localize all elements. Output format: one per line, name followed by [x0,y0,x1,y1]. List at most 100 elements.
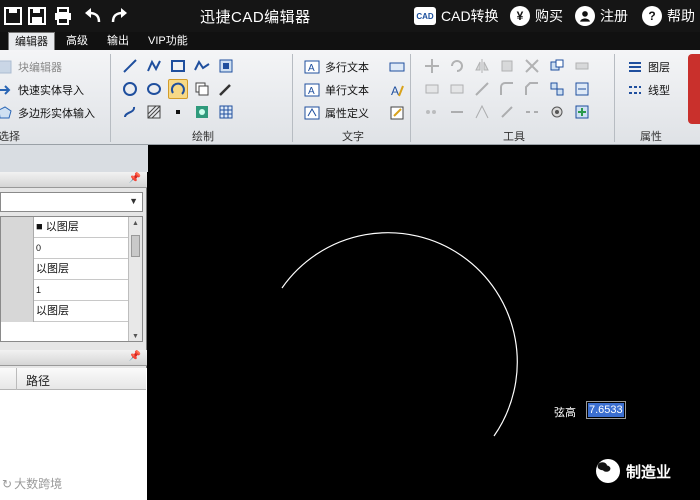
undo-icon[interactable] [82,5,104,27]
text-group-label: 文字 [342,131,364,143]
table-row[interactable]: ■ 以图层 [1,217,129,238]
layer-icon [626,58,644,76]
arc-entity[interactable] [281,232,518,437]
chamfer-icon[interactable] [522,79,542,99]
attribute-definition-button[interactable]: 属性定义 [303,104,369,122]
buy-label: 购买 [535,8,563,24]
tab-advanced[interactable]: 高级 [60,32,94,50]
chevron-down-icon: ▼ [129,196,138,206]
properties-scrollbar[interactable]: ▲ ▼ [128,217,142,341]
arc-icon[interactable] [168,79,188,99]
block-attribute-icon[interactable] [572,79,592,99]
layer-button[interactable]: 图层 [626,58,670,76]
scale-icon[interactable] [472,79,492,99]
table-row[interactable]: 1 [1,280,129,301]
rectangle-icon[interactable] [168,56,188,76]
group-divider [614,54,615,142]
brand-name: 制造业 [626,463,672,481]
group-divider [410,54,411,142]
copy-tool-icon[interactable] [447,79,467,99]
table-row[interactable]: 以图层 [1,301,129,322]
files-panel-header: 📌 [0,350,147,366]
drawing-canvas[interactable]: 弦高 7.6533 制造业 [148,172,700,500]
copy-icon[interactable] [192,79,212,99]
polyline-icon[interactable] [144,56,164,76]
single-text-button[interactable]: A 单行文本 [303,81,369,99]
tab-output[interactable]: 输出 [101,32,135,50]
text-align-icon[interactable]: A [388,81,406,99]
stretch-icon[interactable] [472,102,492,122]
trim-icon[interactable] [522,56,542,76]
break-icon[interactable] [522,102,542,122]
cad-convert-button[interactable]: CAD CAD转换 [414,5,499,27]
block-editor-button[interactable]: 块编辑器 [0,58,62,76]
redo-icon[interactable] [108,5,130,27]
measure-icon[interactable] [572,56,592,76]
scroll-thumb[interactable] [131,235,140,257]
save-as-icon[interactable] [2,5,24,27]
block-icon[interactable] [422,79,442,99]
mirror-icon[interactable] [472,56,492,76]
pen-icon[interactable] [216,79,236,99]
tab-vip[interactable]: VIP功能 [142,32,194,50]
properties-panel-header: 📌 [0,172,147,188]
cad-icon: CAD [414,7,436,25]
curve-icon[interactable] [120,102,140,122]
text-edit-icon[interactable] [388,104,406,122]
draw-group-label: 绘制 [192,131,214,143]
polygon-entity-input-label: 多边形实体输入 [18,108,95,120]
move-icon[interactable] [422,56,442,76]
property-value: 以图层 [36,305,69,317]
print-icon[interactable] [52,5,74,27]
pin-icon[interactable]: 📌 [129,173,141,184]
explode-icon[interactable] [497,56,517,76]
text-style-icon[interactable] [388,58,406,76]
scroll-up-icon[interactable]: ▲ [132,220,139,227]
property-value: 1 [36,285,42,295]
help-label: 帮助 [667,8,695,24]
image-icon[interactable] [192,102,212,122]
group-icon[interactable] [547,56,567,76]
pin-icon[interactable]: 📌 [129,351,141,362]
svg-text:A: A [391,84,399,98]
circle-icon[interactable] [120,79,140,99]
chord-height-input[interactable]: 7.6533 [586,401,626,419]
entity-type-select[interactable]: ▼ [0,192,143,212]
select-group-label: 选择 [0,131,20,143]
hatch-icon[interactable] [144,102,164,122]
add-block-icon[interactable] [572,102,592,122]
rotate-icon[interactable] [447,56,467,76]
insert-block-icon[interactable] [216,56,236,76]
quick-entity-import-button[interactable]: 快速实体导入 [0,81,84,99]
properties-tool-icon[interactable] [547,79,567,99]
ellipse-icon[interactable] [144,79,164,99]
point-icon[interactable] [168,102,188,122]
table-row[interactable]: 0 [1,238,129,259]
extend-icon[interactable] [447,102,467,122]
table-row[interactable]: 以图层 [1,259,129,280]
help-button[interactable]: ? 帮助 [642,5,695,27]
register-button[interactable]: 注册 [575,5,628,27]
import-icon [0,81,14,99]
property-value: 0 [36,243,42,253]
fillet-icon[interactable] [497,79,517,99]
save-icon[interactable] [26,5,48,27]
tab-editor[interactable]: 编辑器 [8,32,55,50]
large-red-button[interactable] [688,54,700,124]
menu-bar: 编辑器 高级 输出 VIP功能 [0,32,700,50]
table-icon[interactable] [216,102,236,122]
path-column-header[interactable]: 路径 [26,372,50,389]
user-icon [575,6,595,26]
settings-tool-icon[interactable] [547,102,567,122]
line-icon[interactable] [120,56,140,76]
linetype-button[interactable]: 线型 [626,81,670,99]
polygon-entity-input-button[interactable]: 多边形实体输入 [0,104,95,122]
buy-button[interactable]: ¥ 购买 [510,5,563,27]
mtext-button[interactable]: A 多行文本 [303,58,369,76]
array-icon[interactable] [422,102,442,122]
offset-icon[interactable] [497,102,517,122]
spline-icon[interactable] [192,56,212,76]
scroll-down-icon[interactable]: ▼ [132,333,139,340]
chord-height-value: 7.6533 [588,403,624,417]
title-bar: 迅捷CAD编辑器 CAD CAD转换 ¥ 购买 注册 ? 帮助 [0,0,700,32]
